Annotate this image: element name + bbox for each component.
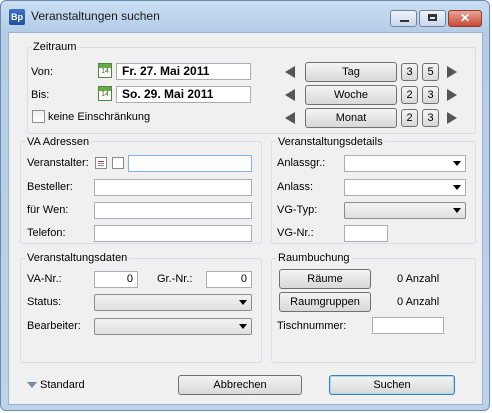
bearbeiter-label: Bearbeiter:	[27, 320, 81, 332]
status-label: Status:	[27, 296, 62, 308]
vg-nr-label: VG-Nr.:	[277, 227, 314, 239]
anlassgr-select[interactable]	[344, 155, 466, 172]
woche-button[interactable]: Woche	[305, 85, 397, 105]
maximize-icon	[428, 14, 437, 21]
monat-next-arrow-icon[interactable]	[447, 112, 457, 124]
von-label: Von:	[31, 66, 54, 78]
vg-nr-field[interactable]	[344, 225, 388, 242]
standard-expand-icon[interactable]	[27, 382, 37, 388]
keine-einschraenkung-label: keine Einschränkung	[48, 111, 151, 123]
close-icon: ✕	[459, 11, 471, 25]
standard-label[interactable]: Standard	[40, 379, 85, 392]
veranstalter-label: Veranstalter:	[27, 157, 89, 169]
tag-prev-arrow-icon[interactable]	[285, 66, 295, 78]
woche-count-a[interactable]: 2	[401, 86, 418, 104]
title-bar[interactable]: Bp Veranstaltungen suchen ✕	[1, 1, 489, 31]
bis-calendar-icon[interactable]: 14	[98, 86, 112, 101]
tag-next-arrow-icon[interactable]	[447, 66, 457, 78]
tischnummer-field[interactable]	[372, 317, 444, 334]
woche-next-arrow-icon[interactable]	[447, 89, 457, 101]
chevron-down-icon	[239, 300, 247, 305]
von-calendar-day: 14	[101, 68, 109, 75]
woche-prev-arrow-icon[interactable]	[285, 89, 295, 101]
anlass-select[interactable]	[344, 179, 466, 196]
von-calendar-icon[interactable]: 14	[98, 63, 112, 78]
bearbeiter-select[interactable]	[94, 318, 252, 335]
fuer-wen-field[interactable]	[94, 202, 252, 219]
monat-count-a[interactable]: 2	[401, 109, 418, 127]
suchen-button[interactable]: Suchen	[329, 375, 455, 395]
von-date-field[interactable]: Fr. 27. Mai 2011	[116, 63, 251, 80]
besteller-field[interactable]	[94, 179, 252, 196]
raumgruppen-count: 0 Anzahl	[397, 296, 440, 308]
vg-typ-label: VG-Typ:	[277, 204, 318, 216]
close-button[interactable]: ✕	[448, 10, 482, 27]
telefon-field[interactable]	[94, 225, 252, 242]
telefon-label: Telefon:	[27, 227, 66, 239]
veranstaltungsdetails-title: Veranstaltungsdetails	[276, 136, 385, 148]
woche-count-b[interactable]: 3	[422, 86, 439, 104]
monat-count-b[interactable]: 3	[422, 109, 439, 127]
tag-count-b[interactable]: 5	[422, 63, 439, 81]
maximize-button[interactable]	[419, 10, 446, 27]
veranstalter-option-box[interactable]	[112, 157, 124, 169]
minimize-icon	[400, 20, 409, 22]
bis-calendar-day: 14	[101, 91, 109, 98]
tischnummer-label: Tischnummer:	[277, 320, 347, 332]
va-adressen-title: VA Adressen	[25, 136, 92, 148]
monat-prev-arrow-icon[interactable]	[285, 112, 295, 124]
gr-nr-label: Gr.-Nr.:	[157, 273, 193, 285]
keine-einschraenkung-checkbox[interactable]	[32, 110, 45, 123]
gr-nr-field[interactable]: 0	[206, 271, 252, 288]
va-nr-label: VA-Nr.:	[27, 273, 62, 285]
address-card-icon[interactable]	[95, 157, 107, 169]
dialog-window: Bp Veranstaltungen suchen ✕ Zeitraum Von…	[0, 0, 490, 411]
chevron-down-icon	[453, 208, 461, 213]
besteller-label: Besteller:	[27, 181, 73, 193]
veranstaltungsdaten-title: Veranstaltungsdaten	[25, 252, 130, 264]
tag-count-a[interactable]: 3	[401, 63, 418, 81]
app-icon: Bp	[9, 9, 25, 25]
dialog-content: Zeitraum Von: 14 Fr. 27. Mai 2011 Bis: 1…	[8, 32, 483, 405]
raeume-count: 0 Anzahl	[397, 273, 440, 285]
bis-date-field[interactable]: So. 29. Mai 2011	[116, 86, 251, 103]
bis-label: Bis:	[31, 89, 50, 101]
fuer-wen-label: für Wen:	[27, 204, 69, 216]
tag-button[interactable]: Tag	[305, 62, 397, 82]
chevron-down-icon	[239, 324, 247, 329]
anlass-label: Anlass:	[277, 181, 314, 193]
raeume-button[interactable]: Räume	[279, 269, 371, 289]
monat-button[interactable]: Monat	[305, 108, 397, 128]
chevron-down-icon	[453, 185, 461, 190]
zeitraum-title: Zeitraum	[31, 41, 79, 53]
anlassgr-label: Anlassgr.:	[277, 157, 326, 169]
window-title: Veranstaltungen suchen	[31, 9, 160, 23]
abbrechen-button[interactable]: Abbrechen	[178, 375, 302, 395]
raumgruppen-button[interactable]: Raumgruppen	[279, 292, 371, 312]
vg-typ-select[interactable]	[344, 202, 466, 219]
va-nr-field[interactable]: 0	[94, 271, 138, 288]
veranstalter-field[interactable]	[128, 155, 252, 172]
status-select[interactable]	[94, 294, 252, 311]
chevron-down-icon	[453, 161, 461, 166]
minimize-button[interactable]	[390, 10, 417, 27]
raumbuchung-title: Raumbuchung	[276, 252, 352, 264]
